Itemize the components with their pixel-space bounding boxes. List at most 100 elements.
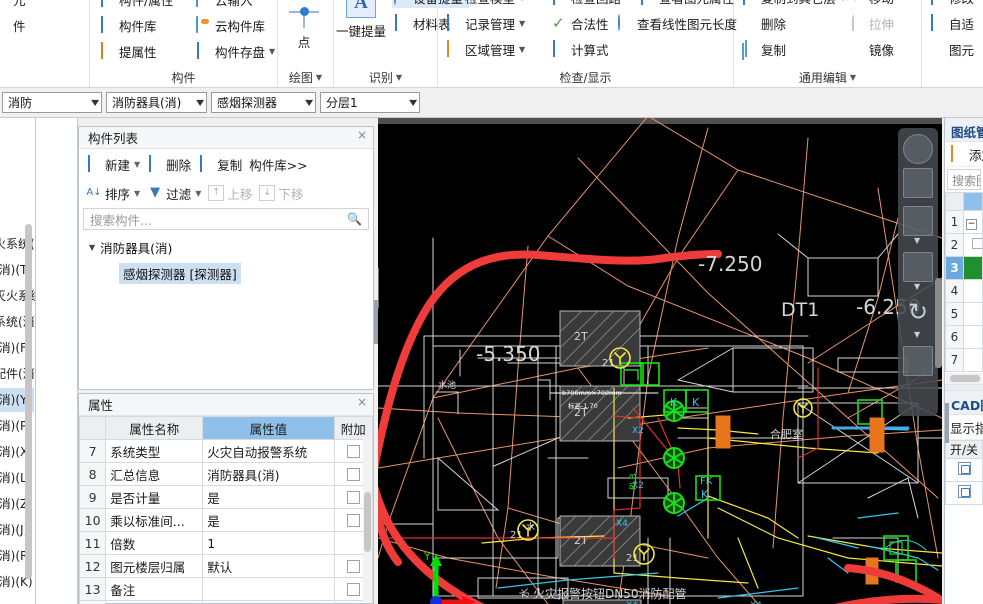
row-content[interactable] (963, 279, 983, 303)
view-cube-icon[interactable] (903, 206, 933, 236)
chevron-down-icon[interactable]: ▼ (396, 73, 402, 82)
row-content[interactable] (963, 302, 983, 326)
checkbox[interactable] (346, 444, 360, 458)
ribbon-item-component-property[interactable]: 构件/属性 (98, 0, 175, 10)
orbit-icon[interactable] (903, 134, 933, 164)
ribbon-item-piece[interactable]: 件 (0, 14, 28, 36)
row-value[interactable]: 火灾自动报警系统 (202, 439, 335, 463)
ribbon-item-copy-to-other-layer[interactable]: 复制到其它层 ▼ (740, 0, 848, 8)
row-value[interactable]: 默认 (202, 554, 335, 578)
ribbon-item-view-linear-length[interactable]: 查看线性图元长度 (616, 12, 739, 34)
ribbon-item-element-style[interactable]: 图元 (928, 38, 976, 60)
sidebar-scrollbar-thumb[interactable] (25, 224, 32, 579)
row-content[interactable]: − (963, 210, 983, 234)
table-row[interactable] (945, 481, 983, 505)
ribbon-item-area-management[interactable]: 区域管理 ▼ (444, 38, 527, 60)
tree-item-smoke-detector[interactable]: 感烟探测器 [探测器] (119, 263, 241, 284)
view-cube-alt-icon[interactable] (903, 252, 933, 282)
chevron-down-icon[interactable]: ▼ (840, 0, 846, 2)
ribbon-item-component-save[interactable]: 构件存盘 ▼ (194, 40, 277, 62)
view-3d-cube-icon[interactable] (903, 168, 933, 198)
scrollbar-thumb[interactable] (950, 375, 980, 382)
ribbon-item-check-circuit[interactable]: 检查回路 (550, 0, 623, 8)
copy-component-button[interactable]: 复制 (198, 155, 242, 174)
row-value[interactable]: 消防器具(消) (202, 462, 335, 486)
delete-component-button[interactable]: 删除 (147, 155, 191, 174)
layer-combo[interactable]: 分层1 ▼ (320, 92, 420, 113)
row-value[interactable]: 1 (202, 531, 335, 555)
table-row[interactable]: 8 汇总信息 消防器具(消) (79, 462, 373, 486)
chevron-down-icon[interactable]: ▼ (195, 189, 201, 198)
table-row[interactable]: 11 倍数 1 (79, 531, 373, 555)
row-content[interactable] (963, 325, 983, 349)
chevron-down-icon[interactable]: ▼ (914, 330, 920, 339)
ribbon-item-copy[interactable]: 复制 (740, 38, 788, 60)
component-library-link-button[interactable]: 构件库>> (249, 155, 307, 174)
ribbon-item-move[interactable]: ✥ 移动 (848, 0, 896, 8)
search-icon[interactable]: 🔍 (347, 212, 362, 226)
layers-list-icon[interactable] (903, 346, 933, 376)
ribbon-item-validity[interactable]: ✓ 合法性 (550, 12, 611, 34)
checkbox[interactable] (346, 467, 360, 481)
panel-splitter-handle[interactable] (374, 300, 378, 344)
ribbon-item-check-model[interactable]: 检查模型 ▼ (444, 0, 527, 8)
chevron-down-icon[interactable]: ▼ (316, 73, 322, 82)
collapse-icon[interactable]: − (966, 218, 977, 230)
row-name-expandable[interactable]: +显示样式 (105, 600, 204, 604)
tree-node-root[interactable]: ▼ 消防器具(消) (89, 238, 373, 257)
ribbon-item-cloud-input[interactable]: 云输入 (194, 0, 255, 10)
table-row[interactable]: 10 乘以标准间... 是 (79, 508, 373, 532)
table-row[interactable]: 4 (945, 279, 983, 303)
checkbox[interactable] (972, 238, 982, 249)
ribbon-item-record-management[interactable]: 记录管理 ▼ (444, 12, 527, 34)
move-down-button[interactable]: ↓ 下移 (259, 184, 303, 203)
table-row[interactable]: 13 备注 (79, 577, 373, 601)
scrollbar-thumb[interactable] (364, 492, 371, 552)
new-component-button[interactable]: 新建 ▼ (86, 155, 140, 174)
table-row[interactable]: 14 +显示样式 (79, 600, 373, 604)
row-value[interactable] (202, 577, 335, 601)
ribbon-item-stretch[interactable]: 拉伸 (848, 12, 896, 34)
chevron-down-icon[interactable]: ▼ (850, 73, 856, 82)
checkbox[interactable] (346, 559, 360, 573)
filter-button[interactable]: ▼ 过滤 ▼ (147, 184, 201, 203)
row-value[interactable]: 是 (202, 508, 335, 532)
rotate-icon[interactable]: ↻ (903, 298, 933, 328)
drawing-search-input[interactable]: 搜索图纸 (947, 169, 981, 190)
chevron-down-icon[interactable]: ▼ (519, 19, 525, 28)
ribbon-item-component-library[interactable]: 构件库 (98, 14, 159, 36)
discipline-combo[interactable]: 消防 ▼ (2, 92, 102, 113)
row-content[interactable] (963, 348, 983, 372)
checkbox[interactable] (346, 582, 360, 596)
checkbox[interactable] (346, 513, 360, 527)
ribbon-item-cloud-component-library[interactable]: 云构件库 (194, 14, 267, 36)
component-combo[interactable]: 感烟探测器 ▼ (211, 92, 316, 113)
table-row[interactable]: 1 − (945, 210, 983, 234)
chevron-down-icon[interactable]: ▼ (519, 45, 525, 54)
checkbox[interactable] (346, 490, 360, 504)
chevron-down-icon[interactable]: ▼ (134, 160, 140, 169)
properties-scrollbar[interactable] (363, 436, 372, 602)
row-content[interactable] (963, 256, 983, 280)
right-panel-splitter[interactable] (945, 403, 949, 443)
ribbon-item-formula[interactable]: 计算式 (550, 38, 611, 60)
table-row[interactable]: 2 (945, 233, 983, 257)
one-key-quantity-tool[interactable]: A 一键提量 (336, 0, 387, 40)
ribbon-item-extract-property[interactable]: 提属性 (98, 40, 159, 62)
chevron-down-icon[interactable]: ▼ (89, 243, 95, 252)
row-switch[interactable] (945, 481, 983, 505)
ribbon-item-modify[interactable]: 修改 (928, 0, 976, 8)
chevron-down-icon[interactable]: ▼ (914, 282, 920, 291)
toggle-switch-icon[interactable] (957, 485, 971, 498)
chevron-down-icon[interactable]: ▼ (269, 47, 275, 56)
close-icon[interactable]: × (357, 395, 367, 409)
ribbon-item-view-element-property[interactable]: 查看图元属性 (638, 0, 736, 8)
ribbon-item-mirror[interactable]: 镜像 (848, 38, 896, 60)
move-up-button[interactable]: ↑ 上移 (208, 184, 252, 203)
ribbon-item-element[interactable]: 元 (0, 0, 28, 10)
cad-vertical-scrollbar[interactable] (935, 278, 942, 368)
table-row-selected[interactable]: 3 (945, 256, 983, 280)
table-row[interactable]: 5 (945, 302, 983, 326)
ribbon-item-delete[interactable]: 删除 (740, 12, 788, 34)
ribbon-item-auto-fit[interactable]: 自适 (928, 12, 976, 34)
